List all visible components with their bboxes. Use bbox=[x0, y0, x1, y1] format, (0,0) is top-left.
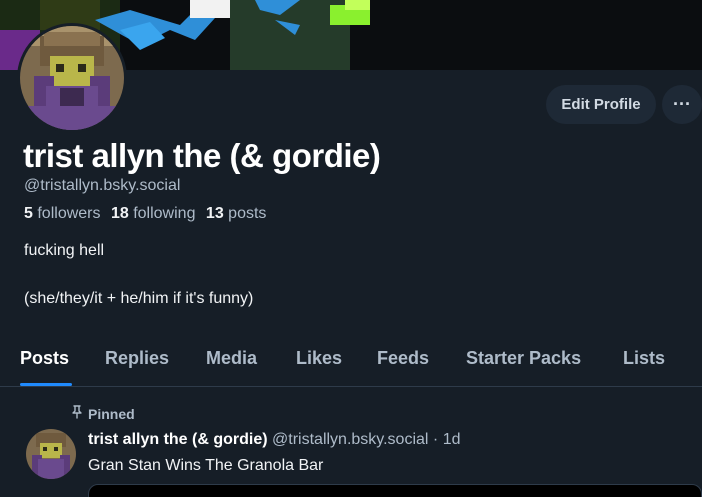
following-label: following bbox=[133, 205, 196, 222]
profile-handle: @tristallyn.bsky.social bbox=[24, 177, 181, 194]
post-author-name[interactable]: trist allyn the (& gordie) bbox=[88, 431, 268, 448]
tab-replies[interactable]: Replies bbox=[105, 348, 169, 369]
more-options-button[interactable]: ··· bbox=[662, 85, 702, 124]
profile-tabs: Posts Replies Media Likes Feeds Starter … bbox=[0, 340, 702, 387]
tab-likes[interactable]: Likes bbox=[296, 348, 342, 369]
profile-stats: 5 followers 18 following 13 posts bbox=[24, 205, 272, 223]
followers-label: followers bbox=[37, 205, 101, 222]
tab-posts[interactable]: Posts bbox=[20, 348, 69, 369]
tab-starter-packs[interactable]: Starter Packs bbox=[466, 348, 581, 369]
pinned-indicator: Pinned bbox=[70, 405, 135, 422]
edit-profile-button[interactable]: Edit Profile bbox=[546, 85, 656, 124]
more-horizontal-icon: ··· bbox=[673, 94, 691, 114]
profile-display-name: trist allyn the (& gordie) bbox=[23, 137, 381, 174]
tab-feeds[interactable]: Feeds bbox=[377, 348, 429, 369]
posts-stat: 13 posts bbox=[206, 205, 267, 222]
tab-lists[interactable]: Lists bbox=[623, 348, 665, 369]
profile-avatar[interactable] bbox=[17, 23, 127, 133]
active-tab-indicator bbox=[20, 383, 72, 386]
posts-count: 13 bbox=[205, 205, 224, 222]
posts-label: posts bbox=[228, 205, 267, 222]
post-media-embed[interactable] bbox=[88, 484, 702, 497]
post-timestamp[interactable]: 1d bbox=[443, 431, 461, 448]
post-text[interactable]: Gran Stan Wins The Granola Bar bbox=[88, 457, 323, 475]
profile-bio-line-1: fucking hell bbox=[24, 242, 105, 259]
pinned-label: Pinned bbox=[88, 405, 135, 422]
following-link[interactable]: 18 following bbox=[111, 205, 196, 222]
tab-media[interactable]: Media bbox=[206, 348, 257, 369]
following-count: 18 bbox=[110, 205, 129, 222]
profile-bio-line-2: (she/they/it + he/him if it's funny) bbox=[24, 290, 254, 307]
post-header: trist allyn the (& gordie) @tristallyn.b… bbox=[88, 431, 461, 449]
followers-link[interactable]: 5 followers bbox=[24, 205, 101, 222]
followers-count: 5 bbox=[24, 205, 33, 222]
pin-icon bbox=[70, 405, 84, 422]
post-author-avatar[interactable] bbox=[26, 429, 76, 479]
post-separator: · bbox=[432, 431, 439, 448]
post-author-handle[interactable]: @tristallyn.bsky.social bbox=[272, 431, 428, 448]
